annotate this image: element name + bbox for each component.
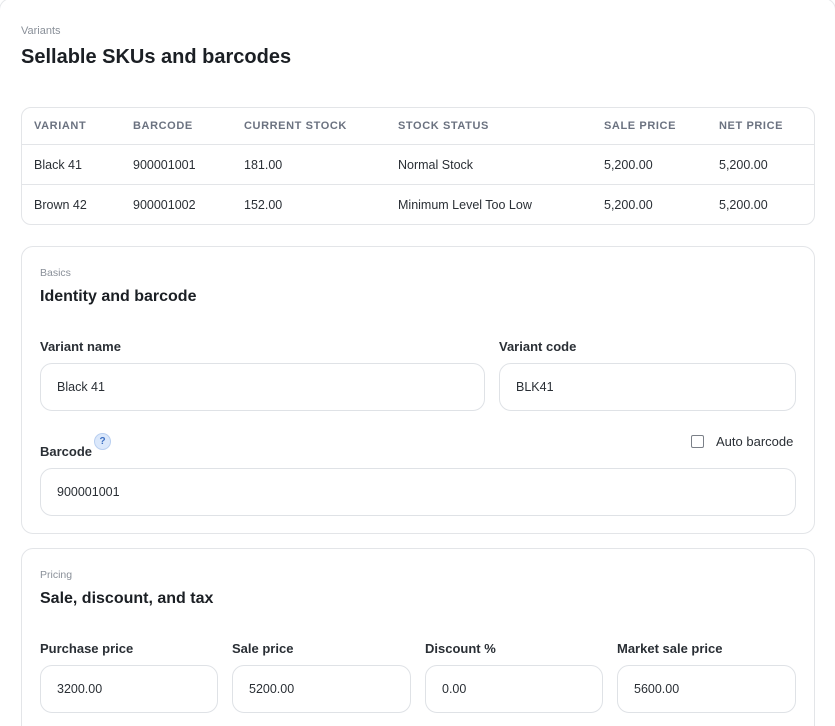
cell-barcode: 900001001 bbox=[133, 157, 196, 172]
barcode-label: Barcode bbox=[40, 444, 93, 459]
cell-variant: Black 41 bbox=[34, 157, 82, 172]
cell-variant: Brown 42 bbox=[34, 198, 87, 212]
cell-sale-price: 5,200.00 bbox=[604, 198, 653, 212]
table-row[interactable]: Black 41 900001001 181.00 Normal Stock 5… bbox=[22, 145, 814, 185]
market-sale-price-label: Market sale price bbox=[617, 641, 723, 656]
variant-name-input[interactable]: Black 41 bbox=[40, 363, 485, 411]
pricing-card: Pricing Sale, discount, and tax Purchase… bbox=[21, 548, 815, 726]
pricing-eyebrow: Pricing bbox=[40, 569, 73, 581]
market-sale-price-input[interactable]: 5600.00 bbox=[617, 665, 796, 713]
sale-price-input[interactable]: 5200.00 bbox=[232, 665, 411, 713]
variants-table: VARIANT BARCODE CURRENT STOCK STOCK STAT… bbox=[21, 107, 815, 225]
sale-price-label: Sale price bbox=[232, 641, 294, 656]
pricing-title: Sale, discount, and tax bbox=[40, 590, 214, 607]
table-header-row: VARIANT BARCODE CURRENT STOCK STOCK STAT… bbox=[22, 108, 814, 145]
column-header-stock-status[interactable]: STOCK STATUS bbox=[398, 108, 489, 144]
discount-input[interactable]: 0.00 bbox=[425, 665, 603, 713]
column-header-sale-price[interactable]: SALE PRICE bbox=[604, 108, 676, 144]
purchase-price-input[interactable]: 3200.00 bbox=[40, 665, 218, 713]
column-header-net-price[interactable]: NET PRICE bbox=[719, 108, 783, 144]
panel: Variants Sellable SKUs and barcodes VARI… bbox=[0, 0, 835, 726]
cell-current-stock: 152.00 bbox=[244, 198, 283, 212]
page-title: Sellable SKUs and barcodes bbox=[21, 46, 292, 68]
cell-current-stock: 181.00 bbox=[244, 157, 283, 172]
variant-code-input[interactable]: BLK41 bbox=[499, 363, 796, 411]
cell-stock-status: Minimum Level Too Low bbox=[398, 198, 532, 212]
cell-sale-price: 5,200.00 bbox=[604, 157, 653, 172]
column-header-variant[interactable]: VARIANT bbox=[34, 108, 86, 144]
barcode-input[interactable]: 900001001 bbox=[40, 468, 796, 516]
variant-name-label: Variant name bbox=[40, 339, 121, 354]
cell-barcode: 900001002 bbox=[133, 198, 196, 212]
purchase-price-label: Purchase price bbox=[40, 641, 134, 656]
auto-barcode-label[interactable]: Auto barcode bbox=[716, 434, 793, 449]
barcode-help-icon[interactable]: ? bbox=[94, 433, 111, 450]
column-header-barcode[interactable]: BARCODE bbox=[133, 108, 193, 144]
column-header-current-stock[interactable]: CURRENT STOCK bbox=[244, 108, 347, 144]
variant-code-label: Variant code bbox=[499, 339, 577, 354]
cell-net-price: 5,200.00 bbox=[719, 157, 768, 172]
discount-label: Discount % bbox=[425, 641, 496, 656]
auto-barcode-checkbox[interactable] bbox=[691, 435, 704, 448]
basics-title: Identity and barcode bbox=[40, 288, 197, 305]
cell-stock-status: Normal Stock bbox=[398, 157, 474, 172]
basics-card: Basics Identity and barcode Variant name… bbox=[21, 246, 815, 534]
section-eyebrow: Variants bbox=[21, 25, 61, 37]
basics-eyebrow: Basics bbox=[40, 267, 71, 279]
cell-net-price: 5,200.00 bbox=[719, 198, 768, 212]
table-row[interactable]: Brown 42 900001002 152.00 Minimum Level … bbox=[22, 185, 814, 224]
